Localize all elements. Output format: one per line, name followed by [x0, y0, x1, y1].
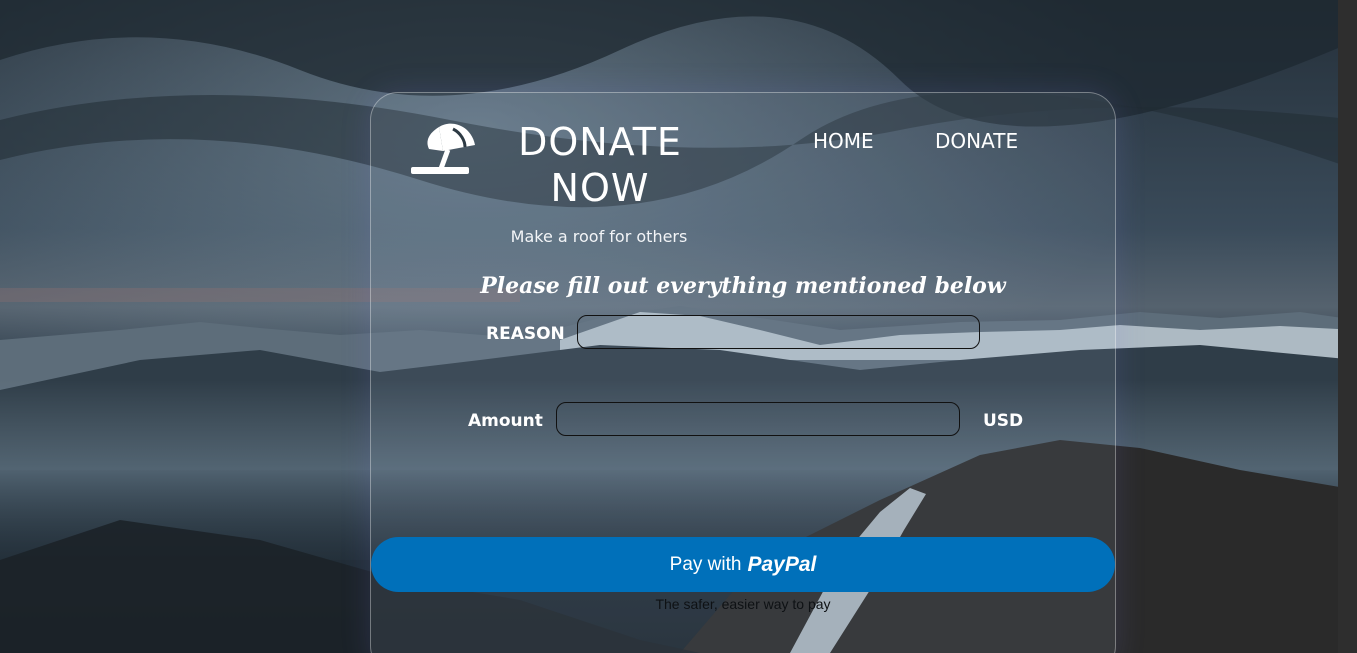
paypal-pay-button[interactable]: Pay with PayPal: [371, 537, 1115, 592]
brand-title: DONATE NOW: [518, 120, 682, 210]
form-instructions: Please fill out everything mentioned bel…: [480, 273, 1006, 299]
currency-label: USD: [983, 411, 1024, 431]
amount-label: Amount: [468, 411, 543, 431]
paypal-note: The safer, easier way to pay: [655, 596, 831, 612]
umbrella-beach-icon: [409, 119, 479, 177]
nav-home-link[interactable]: HOME: [813, 129, 874, 153]
paypal-button-prefix: Pay with: [669, 553, 742, 575]
reason-label: REASON: [486, 324, 565, 344]
reason-input[interactable]: [577, 315, 980, 349]
donation-card: DONATE NOW Make a roof for others HOME D…: [370, 92, 1116, 653]
paypal-logo-text: PayPal: [747, 552, 817, 576]
nav-donate-link[interactable]: DONATE: [935, 129, 1018, 153]
amount-input[interactable]: [556, 402, 960, 436]
tagline: Make a roof for others: [510, 227, 688, 246]
